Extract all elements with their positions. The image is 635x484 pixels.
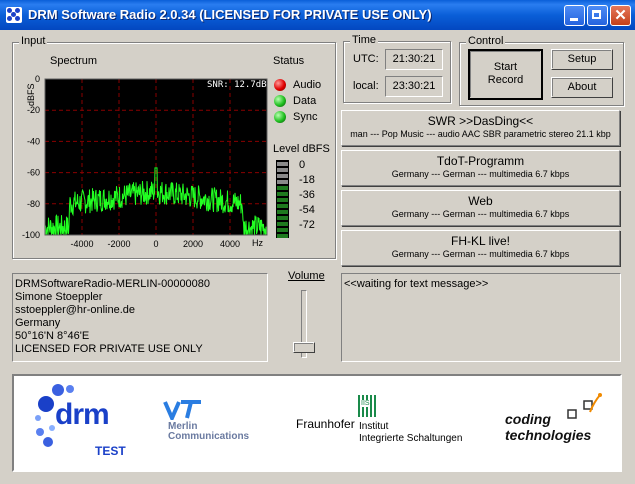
fraunhofer-text: Fraunhofer bbox=[296, 417, 355, 431]
y-tick-label: 0 bbox=[35, 74, 40, 84]
level-meter-segment bbox=[277, 234, 288, 238]
local-label: local: bbox=[353, 80, 379, 92]
profile-email: sstoeppler@hr-online.de bbox=[15, 304, 136, 316]
institut-line1: Institut bbox=[359, 421, 389, 432]
level-meter-segment bbox=[277, 162, 288, 166]
service-button-4[interactable]: FH-KL live! Germany --- German --- multi… bbox=[341, 230, 620, 266]
service-details: man --- Pop Music --- audio AAC SBR para… bbox=[350, 129, 611, 139]
profile-name: Simone Stoeppler bbox=[15, 291, 103, 303]
local-time-value: 23:30:21 bbox=[392, 80, 436, 92]
level-meter-segment bbox=[277, 168, 288, 172]
y-tick-label: -40 bbox=[27, 136, 40, 146]
service-details: Germany --- German --- multimedia 6.7 kb… bbox=[391, 169, 570, 179]
x-tick-label: -2000 bbox=[107, 239, 130, 249]
service-name: FH-KL live! bbox=[451, 234, 510, 248]
time-group-title: Time bbox=[350, 34, 379, 46]
service-name: Web bbox=[468, 194, 493, 208]
utc-time-value: 21:30:21 bbox=[392, 53, 436, 65]
data-status-led bbox=[274, 95, 286, 107]
iis-logo-text: IIS bbox=[361, 400, 370, 407]
about-label: About bbox=[567, 81, 597, 93]
level-meter-segment bbox=[277, 174, 288, 178]
y-tick-label: -20 bbox=[27, 105, 40, 115]
spectrum-x-unit: Hz bbox=[252, 238, 263, 248]
volume-slider-thumb[interactable] bbox=[293, 342, 315, 354]
x-tick-label: 4000 bbox=[220, 239, 240, 249]
profile-coordinates: 50°16'N 8°46'E bbox=[15, 330, 90, 342]
audio-status-led bbox=[274, 79, 286, 91]
level-tick-18: -18 bbox=[299, 174, 315, 186]
service-name: SWR >>DasDing<< bbox=[427, 114, 534, 128]
sync-status-label: Sync bbox=[293, 111, 318, 123]
level-meter-segment bbox=[277, 228, 288, 232]
status-label: Status bbox=[273, 55, 305, 67]
setup-label: Setup bbox=[567, 53, 597, 65]
local-time-display: 23:30:21 bbox=[385, 76, 443, 97]
text-message: <<waiting for text message>> bbox=[344, 278, 489, 290]
y-tick-label: -60 bbox=[27, 168, 40, 178]
drm-test-text: TEST bbox=[95, 444, 126, 458]
iis-logo-mark: IIS bbox=[358, 395, 378, 417]
audio-status-label: Audio bbox=[293, 79, 322, 91]
data-status-label: Data bbox=[293, 95, 317, 107]
start-record-button[interactable]: Start Record bbox=[468, 49, 543, 100]
service-details: Germany --- German --- multimedia 6.7 kb… bbox=[391, 209, 570, 219]
setup-button[interactable]: Setup bbox=[551, 49, 613, 70]
level-meter-segment bbox=[277, 204, 288, 208]
utc-time-display: 21:30:21 bbox=[385, 49, 443, 70]
snr-readout: SNR: 12.7dB bbox=[207, 80, 267, 90]
service-button-3[interactable]: Web Germany --- German --- multimedia 6.… bbox=[341, 190, 620, 226]
level-meter-segment bbox=[277, 192, 288, 196]
level-label: Level dBFS bbox=[273, 143, 330, 155]
volume-label: Volume bbox=[288, 270, 325, 282]
profile-country: Germany bbox=[15, 317, 61, 329]
level-tick-72: -72 bbox=[299, 219, 315, 231]
level-meter-segment bbox=[277, 198, 288, 202]
x-tick-label: 2000 bbox=[183, 239, 203, 249]
level-meter-segment bbox=[277, 216, 288, 220]
service-button-2[interactable]: TdoT-Programm Germany --- German --- mul… bbox=[341, 150, 620, 186]
y-tick-label: -80 bbox=[27, 199, 40, 209]
control-group-title: Control bbox=[466, 35, 506, 47]
institut-line2: Integrierte Schaltungen bbox=[359, 433, 463, 444]
level-meter-segment bbox=[277, 180, 288, 184]
about-button[interactable]: About bbox=[551, 77, 613, 98]
level-tick-36: -36 bbox=[299, 189, 315, 201]
level-meter-segment bbox=[277, 210, 288, 214]
x-tick-label: -4000 bbox=[70, 239, 93, 249]
level-meter-segment bbox=[277, 222, 288, 226]
profile-license: LICENSED FOR PRIVATE USE ONLY bbox=[15, 343, 203, 355]
merlin-line2: Communications bbox=[168, 431, 250, 442]
y-tick-label: -100 bbox=[22, 230, 40, 240]
service-name: TdoT-Programm bbox=[436, 154, 525, 168]
coding-line1: coding bbox=[505, 411, 551, 427]
service-details: Germany --- German --- multimedia 6.7 kb… bbox=[391, 249, 570, 259]
level-tick-0: 0 bbox=[299, 159, 306, 171]
merlin-logo-mark bbox=[163, 400, 201, 420]
sync-status-led bbox=[274, 111, 286, 123]
level-meter bbox=[276, 160, 289, 238]
profile-id: DRMSoftwareRadio-MERLIN-00000080 bbox=[15, 278, 211, 290]
drm-logo-text: drm bbox=[55, 398, 110, 431]
service-button-1[interactable]: SWR >>DasDing<< man --- Pop Music --- au… bbox=[341, 110, 620, 146]
utc-label: UTC: bbox=[353, 53, 379, 65]
start-record-label-line1: Start bbox=[493, 61, 518, 73]
start-record-label-line2: Record bbox=[487, 74, 524, 86]
coding-line2: technologies bbox=[505, 427, 592, 443]
x-tick-label: 0 bbox=[153, 239, 158, 249]
level-tick-54: -54 bbox=[299, 204, 315, 216]
level-meter-segment bbox=[277, 186, 288, 190]
coding-technologies-logo-mark bbox=[567, 393, 602, 419]
